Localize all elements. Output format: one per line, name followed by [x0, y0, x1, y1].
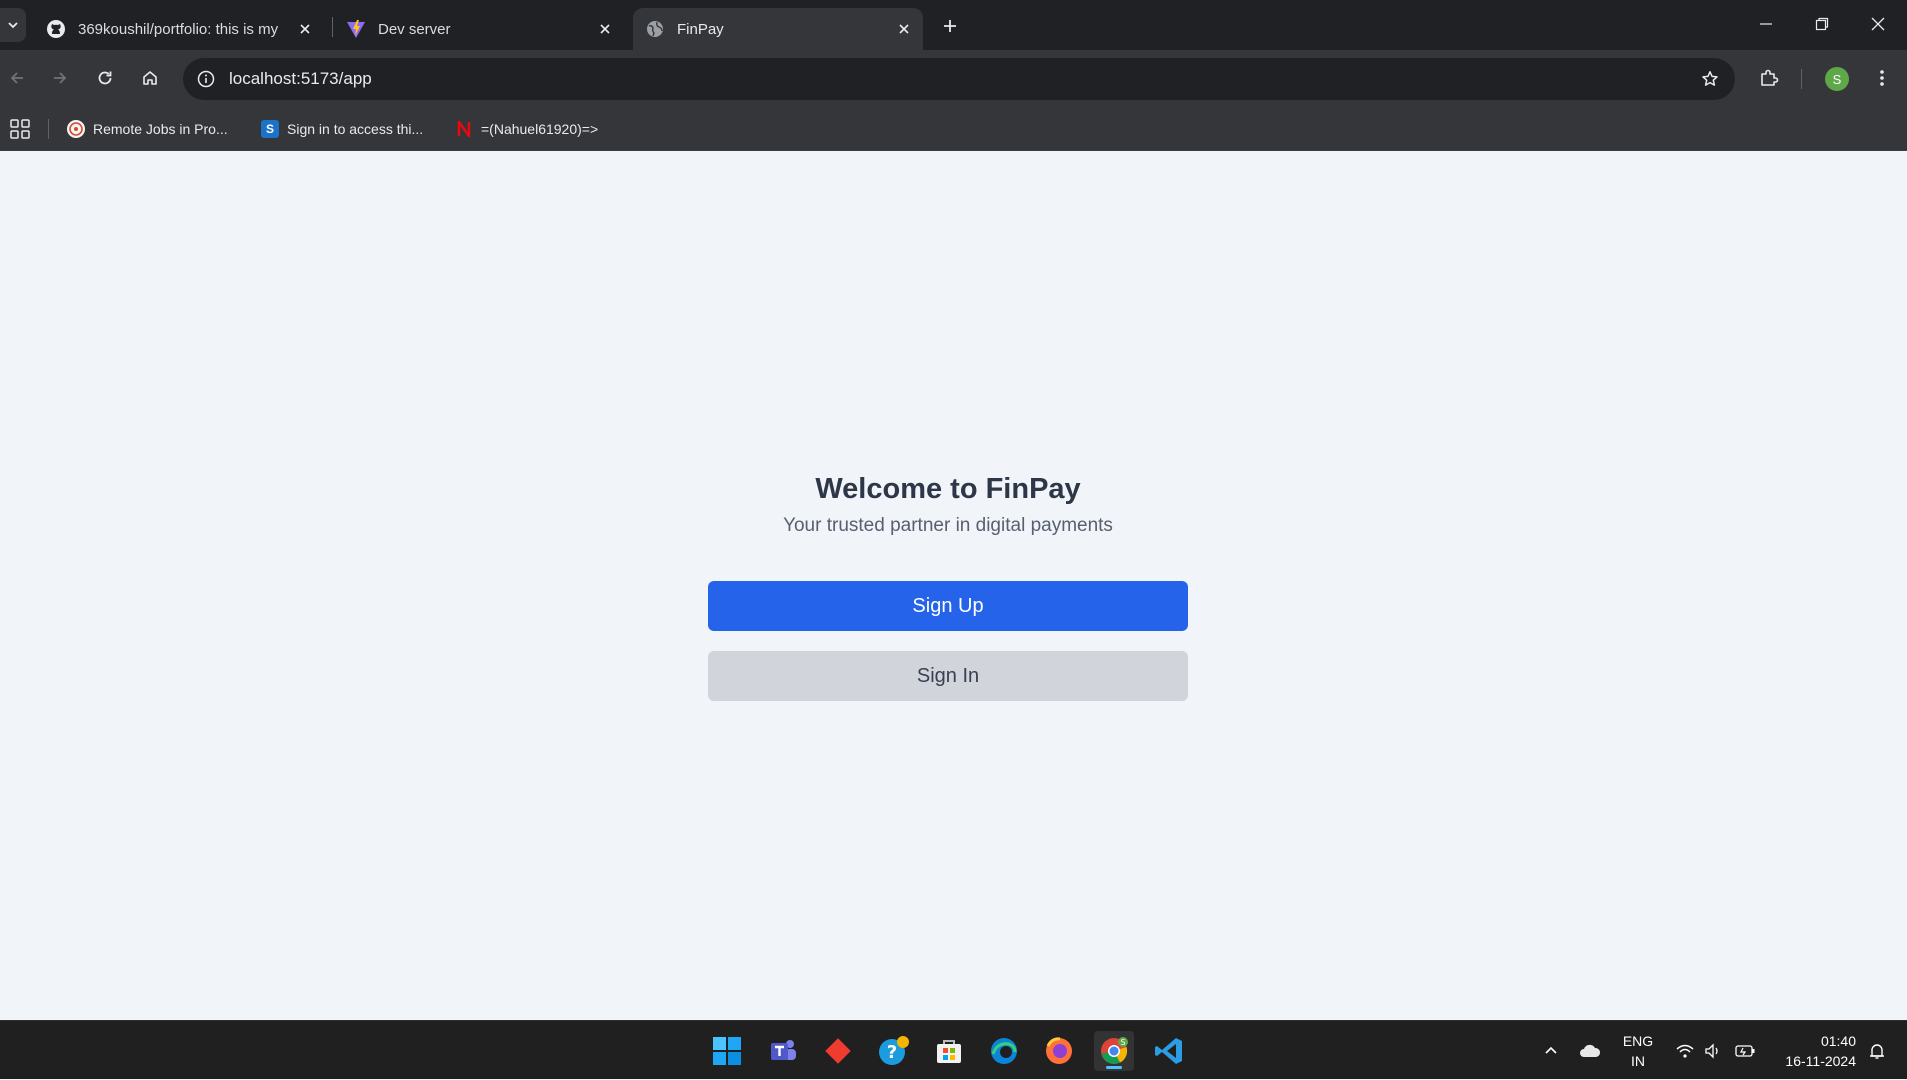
back-button[interactable] [0, 61, 34, 95]
firefox-icon[interactable] [1039, 1031, 1079, 1071]
teams-icon[interactable] [763, 1031, 803, 1071]
volume-icon[interactable] [1700, 1021, 1726, 1080]
language-code: ENG [1622, 1033, 1654, 1049]
bookmark-label: =(Nahuel61920)=> [481, 121, 599, 137]
site-info-icon[interactable] [193, 66, 219, 92]
tab-title: FinPay [677, 20, 724, 38]
bookmark-label: Remote Jobs in Pro... [93, 121, 228, 137]
close-icon [1871, 17, 1885, 31]
restore-icon [1815, 17, 1829, 31]
remote-jobs-icon [67, 120, 85, 138]
vscode-icon[interactable] [1149, 1031, 1189, 1071]
show-hidden-icons-button[interactable] [1536, 1021, 1566, 1080]
clock-time: 01:40 [1820, 1033, 1856, 1049]
close-tab-icon[interactable] [891, 16, 917, 42]
windows-start-icon[interactable] [707, 1031, 747, 1071]
minimize-button[interactable] [1738, 0, 1794, 48]
reload-icon [98, 71, 112, 85]
windows-taskbar: ? S ENG IN 01:40 16-11-2024 [0, 1020, 1907, 1079]
tab-finpay[interactable]: FinPay [633, 8, 923, 50]
bookmark-remote-jobs[interactable]: Remote Jobs in Pro... [67, 117, 228, 141]
new-tab-button[interactable] [936, 12, 964, 40]
bookmark-star-icon[interactable] [1697, 66, 1723, 92]
chevron-down-icon [8, 22, 18, 29]
tab-search-button[interactable] [0, 8, 26, 42]
sign-up-button[interactable]: Sign Up [708, 581, 1188, 631]
chevron-up-icon [1545, 1046, 1557, 1054]
language-region: IN [1631, 1053, 1645, 1069]
finpay-landing-page: Welcome to FinPay Your trusted partner i… [0, 151, 1907, 1020]
arrow-right-icon [54, 72, 67, 84]
tab-title: 369koushil/portfolio: this is my [78, 20, 279, 38]
toolbar-divider [1801, 69, 1802, 89]
page-title: Welcome to FinPay [815, 473, 1081, 505]
extensions-button[interactable] [1752, 61, 1786, 95]
s-brand-icon: S [261, 120, 279, 138]
tab-strip: 369koushil/portfolio: this is my Dev ser… [0, 0, 1907, 50]
close-window-button[interactable] [1850, 0, 1906, 48]
restore-button[interactable] [1794, 0, 1850, 48]
svg-text:S: S [1120, 1038, 1125, 1047]
kebab-menu-icon [1880, 70, 1884, 86]
svg-text:?: ? [887, 1042, 897, 1063]
battery-icon[interactable] [1732, 1021, 1758, 1080]
close-tab-icon[interactable] [292, 16, 318, 42]
globe-icon [645, 19, 665, 39]
profile-avatar[interactable]: S [1825, 67, 1849, 91]
edge-icon[interactable] [984, 1031, 1024, 1071]
chrome-icon[interactable]: S [1094, 1031, 1134, 1071]
arrow-left-icon [10, 72, 23, 84]
vite-icon [346, 19, 366, 39]
clock-date: 16-11-2024 [1785, 1053, 1856, 1069]
url-text[interactable]: localhost:5173/app [229, 69, 372, 89]
apps-grid-icon[interactable] [9, 118, 31, 140]
reload-button[interactable] [88, 61, 122, 95]
tab-github[interactable]: 369koushil/portfolio: this is my [34, 8, 324, 50]
minimize-icon [1760, 23, 1772, 25]
browser-menu-button[interactable] [1865, 61, 1899, 95]
language-indicator[interactable]: ENG IN [1620, 1031, 1656, 1071]
bookmark-label: Sign in to access thi... [287, 121, 424, 137]
onedrive-cloud-icon[interactable] [1575, 1021, 1605, 1080]
wifi-icon[interactable] [1672, 1021, 1698, 1080]
home-icon [143, 71, 157, 85]
tab-divider [332, 17, 333, 37]
n-logo-icon [455, 120, 473, 138]
bookmark-sign-in[interactable]: S Sign in to access thi... [261, 117, 423, 141]
bookmarks-bar: Remote Jobs in Pro... S Sign in to acces… [0, 107, 1907, 151]
forward-button[interactable] [43, 61, 77, 95]
tab-title: Dev server [378, 20, 451, 38]
active-app-indicator [1106, 1066, 1122, 1069]
plus-icon [944, 20, 956, 32]
tab-dev-server[interactable]: Dev server [334, 8, 624, 50]
bookmark-nahuel[interactable]: =(Nahuel61920)=> [455, 117, 598, 141]
bookmarks-divider [48, 119, 49, 139]
store-icon[interactable] [929, 1031, 969, 1071]
home-button[interactable] [133, 61, 167, 95]
close-tab-icon[interactable] [592, 16, 618, 42]
sign-in-button[interactable]: Sign In [708, 651, 1188, 701]
browser-toolbar: localhost:5173/app S [0, 50, 1907, 107]
git-icon[interactable] [818, 1031, 858, 1071]
notification-center-icon[interactable] [1862, 1021, 1892, 1080]
puzzle-icon [1761, 69, 1779, 86]
system-clock[interactable]: 01:40 16-11-2024 [1770, 1031, 1856, 1071]
github-icon [46, 19, 66, 39]
page-subtitle: Your trusted partner in digital payments [783, 515, 1113, 536]
help-icon[interactable]: ? [874, 1031, 914, 1071]
address-bar[interactable]: localhost:5173/app [183, 58, 1735, 100]
